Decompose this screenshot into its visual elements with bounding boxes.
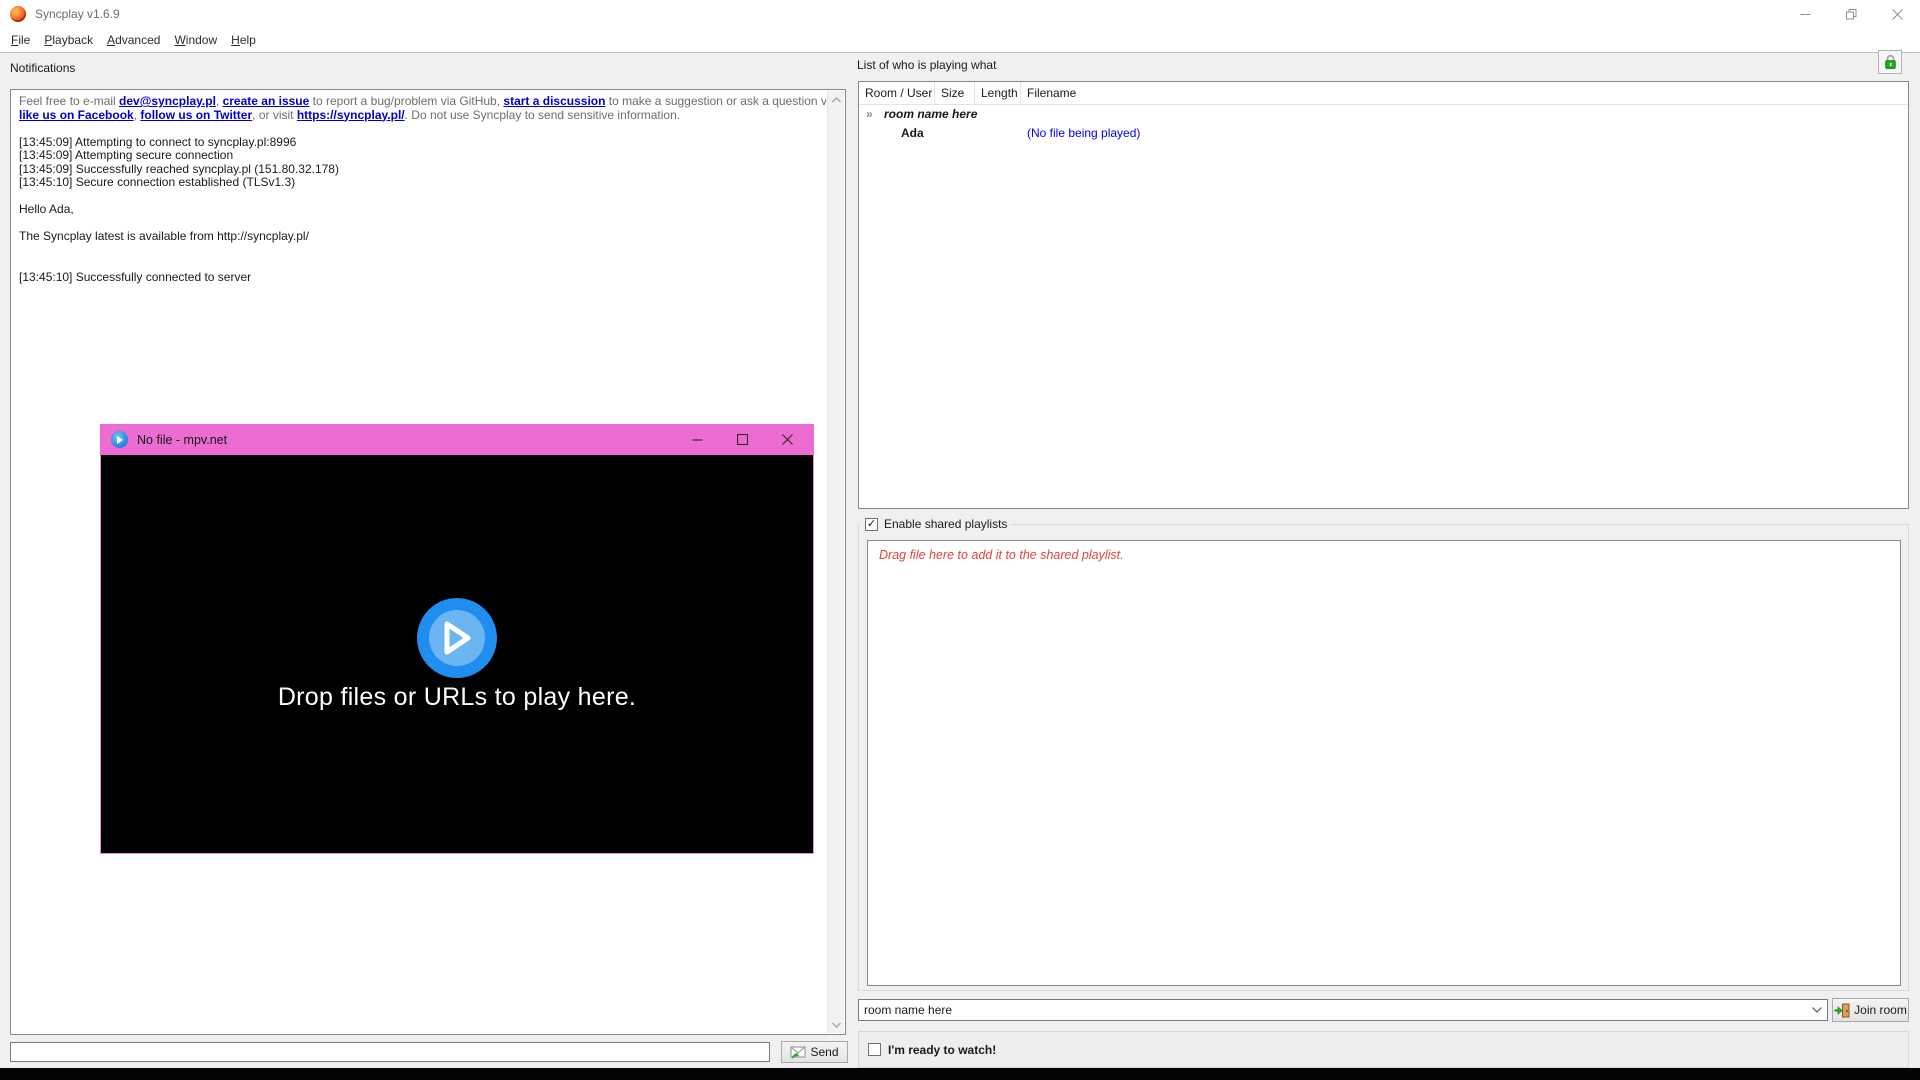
menu-playback[interactable]: Playback <box>37 30 100 50</box>
room-row[interactable]: room name here <box>884 107 977 121</box>
notification-line: [13:45:10] Successfully connected to ser… <box>19 271 820 285</box>
mpv-close-button[interactable] <box>765 424 810 455</box>
close-icon <box>1892 9 1903 20</box>
ready-groupbox: I'm ready to watch! <box>858 1031 1909 1068</box>
close-button[interactable] <box>1874 0 1920 28</box>
menu-bar: FilePlaybackAdvancedWindowHelp <box>0 28 1920 53</box>
enable-shared-playlists[interactable]: ✓ Enable shared playlists <box>860 516 1012 532</box>
enable-shared-playlists-label: Enable shared playlists <box>884 517 1007 531</box>
menu-advanced[interactable]: Advanced <box>100 30 167 50</box>
notification-link[interactable]: start a discussion <box>503 94 605 108</box>
drop-files-hint: Drop files or URLs to play here. <box>101 683 813 712</box>
padlock-icon <box>1883 54 1898 70</box>
notification-line <box>19 244 820 258</box>
secure-connection-button[interactable] <box>1878 50 1902 74</box>
window-titlebar: Syncplay v1.6.9 <box>0 0 1920 28</box>
column-header-filename[interactable]: Filename <box>1021 82 1908 104</box>
notification-line: [13:45:09] Successfully reached syncplay… <box>19 163 820 177</box>
notification-link[interactable]: dev@syncplay.pl <box>119 94 216 108</box>
mpv-window-title: No file - mpv.net <box>137 433 227 447</box>
notification-line: [13:45:09] Attempting secure connection <box>19 149 820 163</box>
scroll-up-icon[interactable] <box>828 91 844 108</box>
close-icon <box>782 434 793 445</box>
mpv-video-area[interactable]: Drop files or URLs to play here. <box>100 455 814 854</box>
play-button[interactable] <box>417 598 497 678</box>
minimize-button[interactable] <box>1782 0 1828 28</box>
scroll-down-icon[interactable] <box>828 1016 844 1033</box>
send-label: Send <box>810 1045 838 1059</box>
bottom-black-bar <box>0 1068 1920 1080</box>
room-expand-icon[interactable]: » <box>866 107 873 121</box>
door-enter-icon <box>1834 1003 1850 1018</box>
join-room-button[interactable]: Join room <box>1832 998 1909 1022</box>
user-list-header: Room / UserSizeLengthFilename <box>859 82 1908 105</box>
notification-line: like us on Facebook, follow us on Twitte… <box>19 109 820 123</box>
notification-line: [13:45:09] Attempting to connect to sync… <box>19 136 820 150</box>
notification-line <box>19 122 820 136</box>
menu-window[interactable]: Window <box>167 30 224 50</box>
play-button-inner <box>429 610 485 666</box>
column-header-length[interactable]: Length <box>975 82 1021 104</box>
restore-button[interactable] <box>1828 0 1874 28</box>
notification-link[interactable]: follow us on Twitter <box>140 108 252 122</box>
restore-icon <box>1846 9 1857 20</box>
notification-line: The Syncplay latest is available from ht… <box>19 230 820 244</box>
notification-line <box>19 257 820 271</box>
maximize-icon <box>737 434 748 445</box>
chevron-down-icon[interactable] <box>1807 1007 1827 1013</box>
notification-link[interactable]: create an issue <box>223 94 310 108</box>
notification-link[interactable]: https://syncplay.pl/ <box>297 108 405 122</box>
shared-playlist-area[interactable]: Drag file here to add it to the shared p… <box>867 540 1901 986</box>
playlist-drop-hint: Drag file here to add it to the shared p… <box>879 548 1124 562</box>
notification-line: [13:45:10] Secure connection established… <box>19 176 820 190</box>
syncplay-logo-icon <box>10 6 26 22</box>
mpv-maximize-button[interactable] <box>720 424 765 455</box>
mpv-minimize-button[interactable] <box>675 424 720 455</box>
enable-shared-playlists-checkbox[interactable]: ✓ <box>865 518 878 531</box>
window-title: Syncplay v1.6.9 <box>35 7 120 21</box>
menu-file[interactable]: File <box>4 30 37 50</box>
join-room-label: Join room <box>1854 1003 1907 1017</box>
minimize-icon <box>1800 9 1811 20</box>
notification-line: Hello Ada, <box>19 203 820 217</box>
user-row-filename: (No file being played) <box>1027 126 1140 140</box>
user-list-table[interactable]: Room / UserSizeLengthFilename » room nam… <box>858 81 1909 509</box>
notification-line <box>19 190 820 204</box>
send-button[interactable]: Send <box>781 1041 848 1063</box>
envelope-send-icon <box>790 1046 806 1059</box>
mpv-app-icon <box>111 431 128 448</box>
user-row[interactable]: Ada <box>901 126 924 140</box>
play-icon <box>440 619 474 657</box>
mpv-window: No file - mpv.net Drop files or URLs to … <box>100 424 814 854</box>
notification-line <box>19 217 820 231</box>
notification-line: Feel free to e-mail dev@syncplay.pl, cre… <box>19 95 820 109</box>
notification-link[interactable]: like us on Facebook <box>19 108 134 122</box>
ready-to-watch-label: I'm ready to watch! <box>888 1043 996 1057</box>
ready-to-watch-checkbox[interactable] <box>868 1043 881 1056</box>
column-header-size[interactable]: Size <box>935 82 975 104</box>
room-name-value: room name here <box>864 1003 1807 1017</box>
mpv-titlebar[interactable]: No file - mpv.net <box>100 424 814 455</box>
minimize-icon <box>692 434 703 445</box>
room-name-combobox[interactable]: room name here <box>858 999 1828 1021</box>
notifications-scrollbar[interactable] <box>827 91 844 1033</box>
menu-help[interactable]: Help <box>224 30 263 50</box>
notifications-label: Notifications <box>10 61 75 75</box>
column-header-room-user[interactable]: Room / User <box>859 82 935 104</box>
user-list-label: List of who is playing what <box>857 58 996 72</box>
chat-message-input[interactable] <box>10 1042 770 1062</box>
